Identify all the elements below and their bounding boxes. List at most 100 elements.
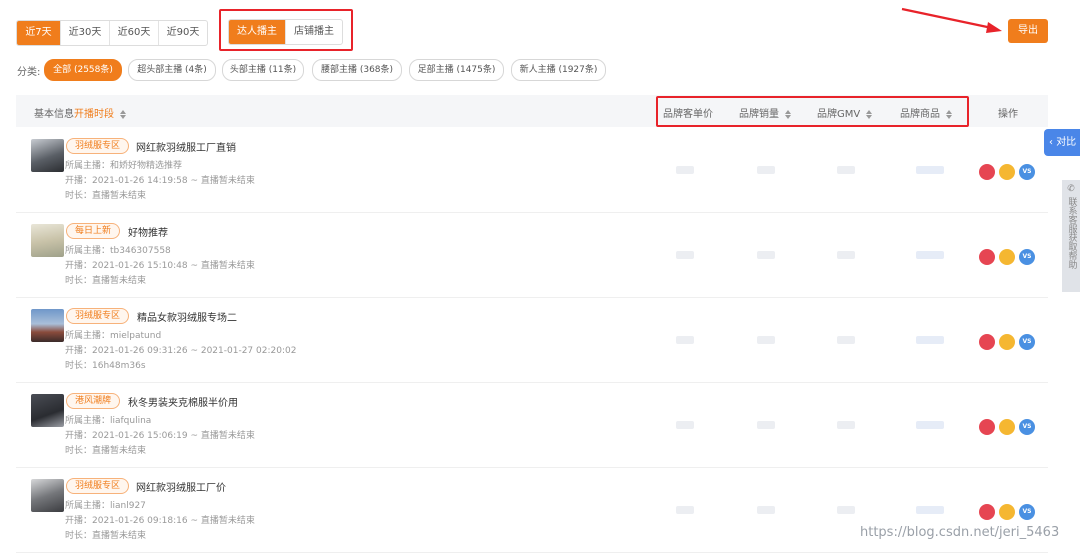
table-row[interactable]: 羽绒服专区 网红款羽绒服工厂价 所属主播：lianl927 开播：2021-01… [16, 467, 1048, 553]
header-action-label: 操作 [998, 109, 1018, 120]
blurred-gmv [837, 506, 855, 514]
anchor-name: 所属主播：lianl927 [65, 501, 146, 511]
anchor-name: 所属主播：和娇好物精选推荐 [65, 161, 183, 171]
tab-influencer-anchor[interactable]: 达人播主 [229, 20, 286, 44]
anchor-name: 所属主播：tb346307558 [65, 246, 171, 256]
blurred-goods [916, 336, 944, 344]
blurred-sales [757, 251, 775, 259]
sort-icon[interactable] [120, 109, 127, 119]
star-icon[interactable] [979, 164, 995, 180]
vs-icon[interactable]: VS [1019, 419, 1035, 435]
star-icon[interactable] [979, 419, 995, 435]
blurred-goods [916, 166, 944, 174]
live-time: 开播：2021-01-26 09:18:16 ~ 直播暂未结束 [65, 516, 255, 526]
live-duration: 时长：直播暂未结束 [65, 446, 147, 456]
customer-service-help[interactable]: ✆ 联系客服获取帮助 [1062, 180, 1080, 292]
more-icon[interactable] [999, 419, 1015, 435]
live-time: 开播：2021-01-26 09:31:26 ~ 2021-01-27 02:2… [65, 346, 297, 356]
live-title[interactable]: 秋冬男装夹克棉服半价用 [128, 394, 238, 409]
live-time: 开播：2021-01-26 15:06:19 ~ 直播暂未结束 [65, 431, 255, 441]
category-top[interactable]: 头部主播 (11条) [222, 59, 304, 81]
vs-icon[interactable]: VS [1019, 504, 1035, 520]
blurred-gmv [837, 166, 855, 174]
blurred-sales [757, 506, 775, 514]
help-label: 联系客服获取帮助 [1066, 197, 1077, 269]
live-duration: 时长：直播暂未结束 [65, 191, 147, 201]
category-all[interactable]: 全部 (2558条) [44, 59, 122, 81]
category-tag: 港风潮牌 [66, 393, 121, 409]
category-tag: 羽绒服专区 [66, 478, 130, 494]
export-button[interactable]: 导出 [1008, 19, 1048, 43]
category-tag: 羽绒服专区 [66, 308, 130, 324]
live-cover-thumbnail[interactable] [31, 224, 64, 257]
live-title[interactable]: 网红款羽绒服工厂直销 [136, 139, 236, 154]
star-icon[interactable] [979, 504, 995, 520]
phone-icon: ✆ [1067, 184, 1075, 194]
header-start-time-label: 开播时段 [74, 109, 114, 120]
star-icon[interactable] [979, 249, 995, 265]
anchor-name: 所属主播：mielpatund [65, 331, 162, 341]
header-action: 操作 [998, 105, 1018, 120]
category-foot[interactable]: 足部主播 (1475条) [409, 59, 504, 81]
vs-icon[interactable]: VS [1019, 334, 1035, 350]
category-super-top[interactable]: 超头部主播 (4条) [128, 59, 216, 81]
category-label: 分类: [17, 67, 41, 78]
live-time: 开播：2021-01-26 15:10:48 ~ 直播暂未结束 [65, 261, 255, 271]
table-row[interactable]: 羽绒服专区 精品女款羽绒服专场二 所属主播：mielpatund 开播：2021… [16, 297, 1048, 383]
blurred-sales [757, 336, 775, 344]
header-basic-info[interactable]: 基本信息开播时段 [34, 105, 127, 120]
tab-90-days[interactable]: 近90天 [159, 21, 207, 45]
time-range-tabs: 近7天 近30天 近60天 近90天 [16, 20, 208, 46]
brand-columns-highlight [656, 96, 969, 127]
blurred-goods [916, 251, 944, 259]
live-duration: 时长：16h48m36s [65, 361, 146, 371]
category-waist[interactable]: 腰部主播 (368条) [312, 59, 402, 81]
vs-icon[interactable]: VS [1019, 164, 1035, 180]
table-row[interactable]: 港风潮牌 秋冬男装夹克棉服半价用 所属主播：liafqulina 开播：2021… [16, 382, 1048, 468]
chevron-left-icon: ‹ [1049, 137, 1053, 148]
blurred-unit-price [676, 421, 694, 429]
blurred-unit-price [676, 506, 694, 514]
table-row[interactable]: 羽绒服专区 网红款羽绒服工厂直销 所属主播：和娇好物精选推荐 开播：2021-0… [16, 127, 1048, 213]
more-icon[interactable] [999, 334, 1015, 350]
live-cover-thumbnail[interactable] [31, 309, 64, 342]
blurred-unit-price [676, 336, 694, 344]
compare-label: 对比 [1056, 137, 1077, 148]
vs-icon[interactable]: VS [1019, 249, 1035, 265]
tab-30-days[interactable]: 近30天 [61, 21, 110, 45]
live-cover-thumbnail[interactable] [31, 394, 64, 427]
live-title[interactable]: 好物推荐 [128, 224, 168, 239]
tab-store-anchor[interactable]: 店铺播主 [286, 20, 342, 44]
live-duration: 时长：直播暂未结束 [65, 531, 147, 541]
blurred-unit-price [676, 166, 694, 174]
blurred-unit-price [676, 251, 694, 259]
anchor-type-tabs: 达人播主 店铺播主 [228, 19, 343, 45]
blurred-sales [757, 421, 775, 429]
blurred-gmv [837, 251, 855, 259]
more-icon[interactable] [999, 249, 1015, 265]
anchor-name: 所属主播：liafqulina [65, 416, 152, 426]
tab-60-days[interactable]: 近60天 [110, 21, 159, 45]
blurred-sales [757, 166, 775, 174]
tab-7-days[interactable]: 近7天 [17, 21, 61, 45]
compare-side-tab[interactable]: ‹ 对比 [1044, 129, 1080, 156]
live-cover-thumbnail[interactable] [31, 139, 64, 172]
more-icon[interactable] [999, 504, 1015, 520]
star-icon[interactable] [979, 334, 995, 350]
table-row[interactable]: 每日上新 好物推荐 所属主播：tb346307558 开播：2021-01-26… [16, 212, 1048, 298]
blurred-gmv [837, 336, 855, 344]
blurred-goods [916, 421, 944, 429]
category-newbie[interactable]: 新人主播 (1927条) [511, 59, 606, 81]
watermark: https://blog.csdn.net/jeri_5463 [860, 525, 1060, 540]
more-icon[interactable] [999, 164, 1015, 180]
header-basic-info-label: 基本信息 [34, 109, 74, 120]
live-title[interactable]: 网红款羽绒服工厂价 [136, 479, 226, 494]
blurred-gmv [837, 421, 855, 429]
live-time: 开播：2021-01-26 14:19:58 ~ 直播暂未结束 [65, 176, 255, 186]
live-title[interactable]: 精品女款羽绒服专场二 [137, 309, 237, 324]
red-arrow-annotation [901, 7, 1002, 33]
blurred-goods [916, 506, 944, 514]
category-tag: 每日上新 [66, 223, 121, 239]
category-tag: 羽绒服专区 [66, 138, 130, 154]
live-cover-thumbnail[interactable] [31, 479, 64, 512]
